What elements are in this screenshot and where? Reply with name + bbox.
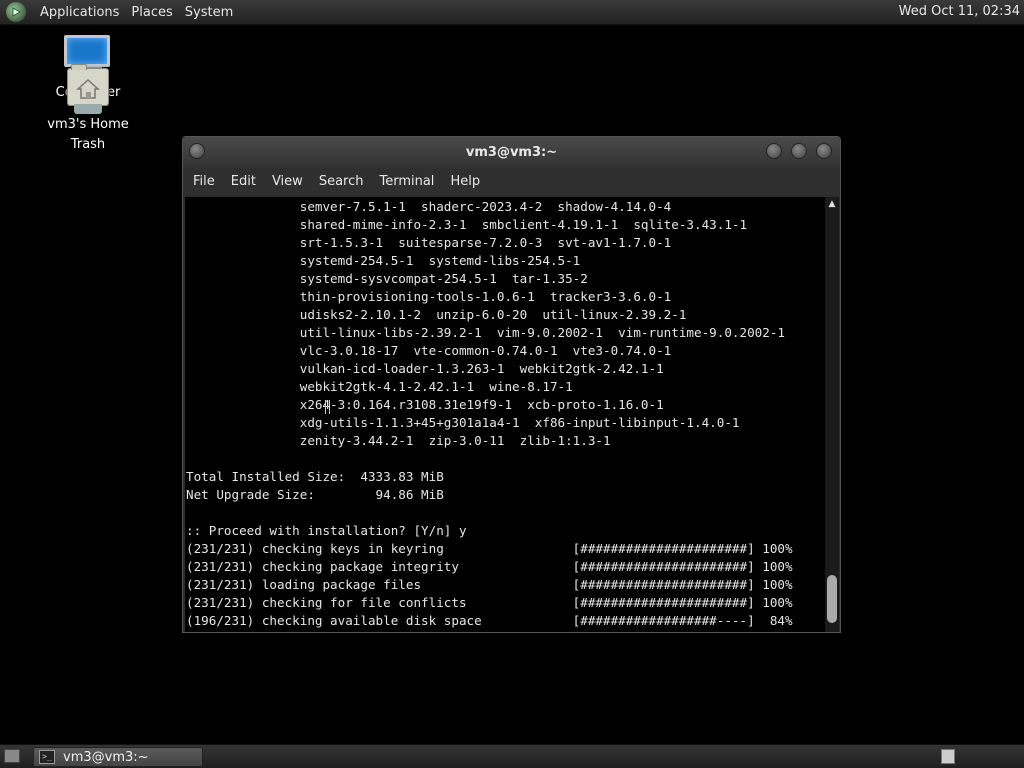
terminal-line: srt-1.5.3-1 suitesparse-7.2.0-3 svt-av1-… <box>186 235 672 250</box>
terminal-line: shared-mime-info-2.3-1 smbclient-4.19.1-… <box>186 217 748 232</box>
terminal-line: systemd-sysvcompat-254.5-1 tar-1.35-2 <box>186 271 588 286</box>
menu-places[interactable]: Places <box>125 5 178 20</box>
minimize-button[interactable] <box>766 143 782 159</box>
window-title: vm3@vm3:~ <box>465 145 558 160</box>
terminal-line: (231/231) checking keys in keyring [####… <box>186 541 793 556</box>
menu-edit[interactable]: Edit <box>225 174 262 189</box>
terminal-line: (231/231) checking package integrity [##… <box>186 559 793 574</box>
terminal-window[interactable]: vm3@vm3:~ File Edit View Search Terminal… <box>182 136 841 633</box>
home-folder-icon <box>67 64 109 106</box>
menu-applications[interactable]: Applications <box>34 5 125 20</box>
terminal-text: semver-7.5.1-1 shaderc-2023.4-2 shadow-4… <box>185 197 827 630</box>
terminal-line: (231/231) loading package files [#######… <box>186 577 793 592</box>
terminal-line: systemd-254.5-1 systemd-libs-254.5-1 <box>186 253 581 268</box>
terminal-line: udisks2-2.10.1-2 unzip-6.0-20 util-linux… <box>186 307 687 322</box>
terminal-line: zenity-3.44.2-1 zip-3.0-11 zlib-1:1.3-1 <box>186 433 611 448</box>
terminal-output[interactable]: semver-7.5.1-1 shaderc-2023.4-2 shadow-4… <box>185 197 827 632</box>
terminal-menubar: File Edit View Search Terminal Help <box>183 168 840 195</box>
top-panel: Applications Places System Wed Oct 11, 0… <box>0 0 1024 25</box>
menu-search[interactable]: Search <box>313 174 370 189</box>
terminal-icon: >_ <box>39 750 55 764</box>
desktop-label-trash: Trash <box>70 137 106 152</box>
terminal-scrollbar[interactable]: ▲ <box>825 197 839 632</box>
menu-terminal[interactable]: Terminal <box>373 174 440 189</box>
taskbar-terminal-label: vm3@vm3:~ <box>63 749 149 765</box>
show-desktop-icon[interactable] <box>4 749 20 763</box>
scrollbar-thumb[interactable] <box>827 575 837 623</box>
terminal-line: :: Proceed with installation? [Y/n] y <box>186 523 467 538</box>
menu-system[interactable]: System <box>179 5 239 20</box>
ibeam-cursor-icon <box>325 400 330 414</box>
panel-clock[interactable]: Wed Oct 11, 02:34 <box>899 4 1020 19</box>
terminal-line: thin-provisioning-tools-1.0.6-1 tracker3… <box>186 289 672 304</box>
terminal-line: vlc-3.0.18-17 vte-common-0.74.0-1 vte3-0… <box>186 343 672 358</box>
menu-view[interactable]: View <box>266 174 309 189</box>
terminal-line: Total Installed Size: 4333.83 MiB <box>186 469 444 484</box>
bottom-panel: >_ vm3@vm3:~ <box>0 744 1024 768</box>
maximize-button[interactable] <box>791 143 807 159</box>
desktop-label-home: vm3's Home <box>47 117 129 132</box>
taskbar-terminal-button[interactable]: >_ vm3@vm3:~ <box>33 747 203 767</box>
workspace-switcher[interactable] <box>941 749 955 764</box>
terminal-line: xdg-utils-1.1.3+45+g301a1a4-1 xf86-input… <box>186 415 740 430</box>
terminal-line: semver-7.5.1-1 shaderc-2023.4-2 shadow-4… <box>186 199 672 214</box>
os-logo-icon[interactable] <box>6 2 26 22</box>
close-button[interactable] <box>816 143 832 159</box>
terminal-line: util-linux-libs-2.39.2-1 vim-9.0.2002-1 … <box>186 325 785 340</box>
window-titlebar[interactable]: vm3@vm3:~ <box>183 137 840 168</box>
window-menu-button[interactable] <box>189 143 205 159</box>
terminal-line: Net Upgrade Size: 94.86 MiB <box>186 487 444 502</box>
terminal-line: (196/231) checking available disk space … <box>186 613 793 628</box>
menu-help[interactable]: Help <box>444 174 486 189</box>
terminal-line: vulkan-icd-loader-1.3.263-1 webkit2gtk-2… <box>186 361 664 376</box>
terminal-line: x264-3:0.164.r3108.31e19f9-1 xcb-proto-1… <box>186 397 664 412</box>
terminal-line: webkit2gtk-4.1-2.42.1-1 wine-8.17-1 <box>186 379 573 394</box>
terminal-line: (231/231) checking for file conflicts [#… <box>186 595 793 610</box>
menu-file[interactable]: File <box>187 174 221 189</box>
scroll-up-arrow-icon[interactable]: ▲ <box>825 197 839 211</box>
trash-icon <box>74 104 102 114</box>
